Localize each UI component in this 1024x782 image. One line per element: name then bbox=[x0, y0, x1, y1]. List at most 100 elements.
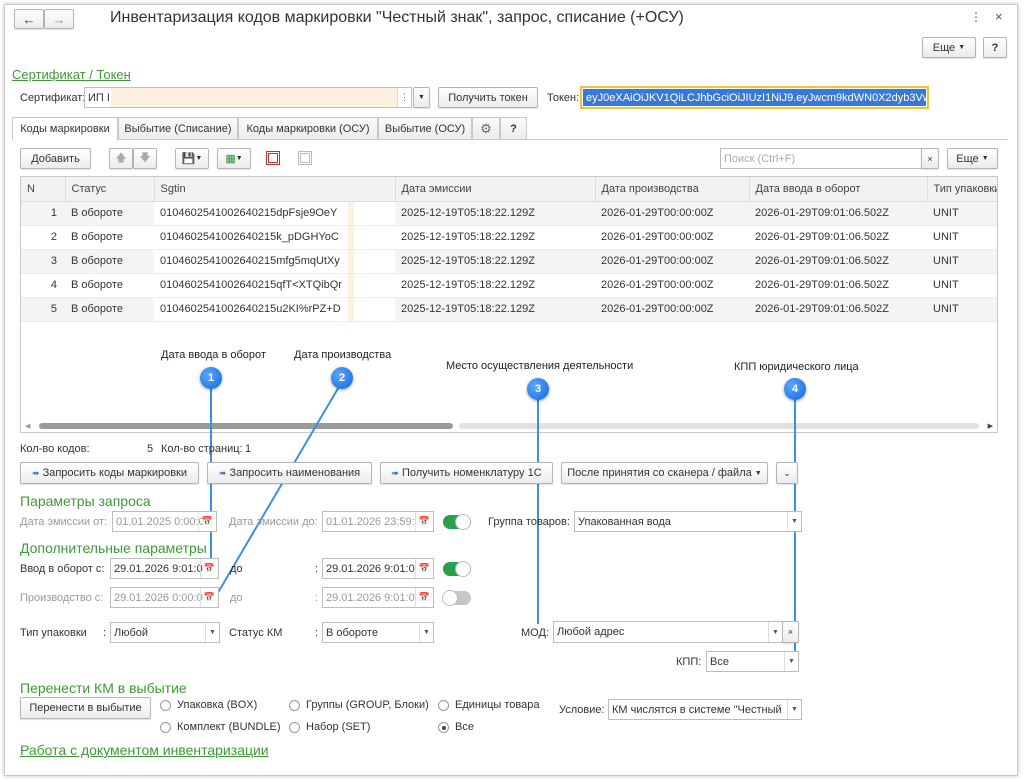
window-more-button[interactable]: Еще ▼ bbox=[922, 37, 976, 58]
emission-from-field[interactable]: 01.01.2025 0:00:0 📅 bbox=[112, 511, 217, 532]
request-codes-button[interactable]: ➠ Запросить коды маркировки bbox=[20, 462, 199, 484]
codes-table: N Статус Sgtin Дата эмиссии Дата произво… bbox=[20, 176, 998, 433]
radio-bundle[interactable] bbox=[160, 722, 171, 733]
radio-unit[interactable] bbox=[438, 700, 449, 711]
tab-disposal-osu[interactable]: Выбытие (ОСУ) bbox=[378, 117, 472, 139]
cell-pack-type: UNIT bbox=[927, 273, 997, 298]
km-status-field[interactable]: В обороте ▼ bbox=[322, 622, 434, 643]
cert-label: Сертификат: bbox=[20, 92, 86, 104]
table-row[interactable]: 1В обороте 0104602541002640215dpFsje9OeY 2… bbox=[21, 201, 997, 226]
radio-all[interactable] bbox=[438, 722, 449, 733]
horizontal-scrollbar[interactable]: ◀ ▶ bbox=[21, 420, 997, 432]
production-from-field[interactable]: 29.01.2026 0:00:0 📅 bbox=[110, 587, 219, 608]
calendar-icon[interactable]: 📅 bbox=[415, 559, 433, 578]
circulation-to-field[interactable]: 29.01.2026 9:01:0 📅 bbox=[322, 558, 434, 579]
condition-value: КМ числятся в системе "Честный bbox=[612, 703, 782, 716]
goods-group-field[interactable]: Упакованная вода ▼ bbox=[574, 511, 802, 532]
save-file-button[interactable]: 💾 ▼ bbox=[175, 148, 209, 169]
kebab-menu-icon[interactable]: ⋮ bbox=[970, 10, 982, 24]
production-toggle[interactable] bbox=[442, 590, 471, 606]
calendar-icon[interactable]: 📅 bbox=[415, 512, 433, 531]
search-input[interactable]: Поиск (Ctrl+F) bbox=[720, 148, 922, 169]
mod-field[interactable]: Любой адрес ▼ bbox=[553, 621, 783, 643]
move-up-button[interactable]: 🡅 bbox=[109, 148, 133, 169]
cert-field[interactable]: ИП I ⋮ bbox=[84, 87, 412, 108]
col-status[interactable]: Статус bbox=[65, 177, 155, 202]
kpp-value: Все bbox=[710, 655, 729, 668]
col-pack-type[interactable]: Тип упаковки bbox=[927, 177, 997, 202]
table-ops-button[interactable]: ▦ ▼ bbox=[217, 148, 251, 169]
emission-toggle[interactable] bbox=[443, 514, 471, 530]
cell-emission-date: 2025-12-19T05:18:22.129Z bbox=[395, 273, 595, 298]
table-row[interactable]: 2В обороте 0104602541002640215k_pDGHYoC 20… bbox=[21, 225, 997, 250]
cert-value: ИП I bbox=[88, 91, 110, 104]
circulation-from-field[interactable]: 29.01.2026 9:01:0 📅 bbox=[110, 558, 219, 579]
inventory-document-link[interactable]: Работа с документом инвентаризации bbox=[20, 742, 269, 758]
transfer-button[interactable]: Перенести в выбытие bbox=[20, 697, 151, 719]
search-clear-button[interactable]: × bbox=[921, 148, 939, 169]
condition-field[interactable]: КМ числятся в системе "Честный ▼ bbox=[608, 699, 802, 720]
col-circulation-date[interactable]: Дата ввода в оборот bbox=[749, 177, 928, 202]
colon: : bbox=[315, 592, 319, 604]
cert-section-heading[interactable]: Сертификат / Токен bbox=[12, 67, 131, 82]
table-row[interactable]: 3В обороте 0104602541002640215mfg5mqUtXy 2… bbox=[21, 249, 997, 274]
radio-set-label: Набор (SET) bbox=[306, 721, 371, 733]
cert-dropdown-button[interactable]: ▼ bbox=[413, 87, 430, 108]
tab-codes[interactable]: Коды маркировки bbox=[12, 117, 118, 140]
cell-circulation-date: 2026-01-29T09:01:06.502Z bbox=[749, 273, 927, 298]
cell-emission-date: 2025-12-19T05:18:22.129Z bbox=[395, 249, 595, 274]
kpp-label: КПП: bbox=[676, 656, 702, 668]
col-emission-date[interactable]: Дата эмиссии bbox=[395, 177, 596, 202]
cell-sgtin: 0104602541002640215qfT<XTQibQr bbox=[154, 273, 395, 298]
grid-icon[interactable] bbox=[298, 151, 312, 165]
radio-set[interactable] bbox=[289, 722, 300, 733]
transfer-heading: Перенести КМ в выбытие bbox=[20, 680, 187, 696]
add-button[interactable]: Добавить bbox=[20, 148, 91, 169]
request-names-button[interactable]: ➠ Запросить наименования bbox=[207, 462, 372, 484]
codes-count-value: 5 bbox=[147, 443, 154, 455]
back-button[interactable]: ← bbox=[14, 9, 44, 29]
tab-disposal[interactable]: Выбытие (Списание) bbox=[118, 117, 238, 139]
production-to-field[interactable]: 29.01.2026 9:01:0 📅 bbox=[322, 587, 434, 608]
forward-button[interactable]: → bbox=[44, 9, 74, 29]
table-row[interactable]: 5В обороте 0104602541002640215u2KI%rPZ+D 2… bbox=[21, 297, 997, 322]
tab-codes-osu[interactable]: Коды маркировки (ОСУ) bbox=[238, 117, 378, 139]
calendar-icon[interactable]: 📅 bbox=[200, 588, 218, 607]
col-production-date[interactable]: Дата производства bbox=[595, 177, 750, 202]
kpp-field[interactable]: Все ▼ bbox=[706, 651, 799, 672]
circulation-toggle[interactable] bbox=[443, 561, 471, 577]
mod-clear-button[interactable]: × bbox=[782, 621, 799, 643]
cell-sgtin: 0104602541002640215mfg5mqUtXy bbox=[154, 249, 395, 274]
help-button[interactable]: ? bbox=[983, 37, 1007, 58]
colon: : bbox=[103, 627, 107, 639]
calendar-icon[interactable]: 📅 bbox=[198, 512, 216, 531]
close-icon[interactable]: × bbox=[995, 9, 1003, 24]
after-scanner-button[interactable]: После принятия со сканера / файла ▼ bbox=[561, 462, 768, 484]
radio-box[interactable] bbox=[160, 700, 171, 711]
pack-type-field[interactable]: Любой ▼ bbox=[110, 622, 220, 643]
get-token-button[interactable]: Получить токен bbox=[438, 87, 538, 108]
token-field[interactable]: eyJ0eXAiOiJKV1QiLCJhbGciOiJIUzI1NiJ9.eyJ… bbox=[580, 86, 929, 109]
production-to-label: до bbox=[230, 592, 243, 604]
get-nomenclature-button[interactable]: ➠ Получить номенклатуру 1С bbox=[380, 462, 553, 484]
request-names-label: Запросить наименования bbox=[229, 467, 361, 479]
cell-pack-type: UNIT bbox=[927, 201, 997, 226]
calendar-icon[interactable]: 📅 bbox=[200, 559, 218, 578]
tab-settings[interactable]: ⚙ bbox=[472, 117, 500, 139]
table-row[interactable]: 4В обороте 0104602541002640215qfT<XTQibQr… bbox=[21, 273, 997, 298]
calendar-icon[interactable]: 📅 bbox=[415, 588, 433, 607]
move-down-button[interactable]: 🡇 bbox=[133, 148, 157, 169]
radio-group[interactable] bbox=[289, 700, 300, 711]
cell-pack-type: UNIT bbox=[927, 249, 997, 274]
cell-circulation-date: 2026-01-29T09:01:06.502Z bbox=[749, 249, 927, 274]
goods-group-value: Упакованная вода bbox=[578, 515, 671, 528]
expand-button[interactable]: ⌄ bbox=[776, 462, 798, 484]
emission-to-field[interactable]: 01.01.2026 23:59: 📅 bbox=[322, 511, 434, 532]
token-label: Токен: bbox=[547, 92, 580, 104]
col-sgtin[interactable]: Sgtin bbox=[154, 177, 396, 202]
cell-circulation-date: 2026-01-29T09:01:06.502Z bbox=[749, 201, 927, 226]
col-n[interactable]: N bbox=[21, 177, 66, 202]
tab-help[interactable]: ? bbox=[500, 117, 527, 139]
table-more-button[interactable]: Еще ▼ bbox=[947, 148, 998, 169]
qr-icon[interactable] bbox=[266, 151, 280, 165]
